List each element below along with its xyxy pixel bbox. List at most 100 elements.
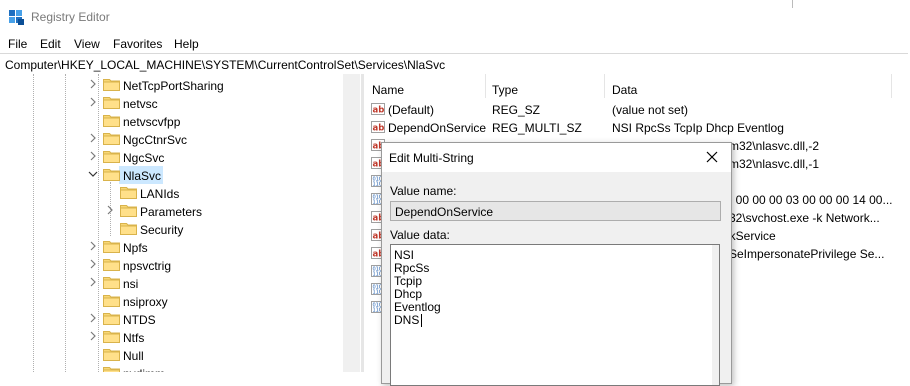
folder-icon — [120, 223, 137, 235]
tree-item-label: nvdimm — [123, 367, 165, 372]
menu-edit[interactable]: Edit — [40, 37, 61, 51]
tree-item[interactable]: NgcSvc — [0, 148, 343, 166]
value-data-line[interactable]: DNS — [394, 313, 419, 327]
title-divider — [792, 0, 793, 8]
folder-icon — [103, 349, 120, 361]
value-data-textarea[interactable]: NSI RpcSs Tcpip Dhcp Eventlog DNS — [390, 244, 720, 386]
chevron-right-icon[interactable] — [88, 151, 98, 161]
value-name-text: DependOnService — [395, 205, 494, 219]
close-icon[interactable] — [704, 149, 720, 165]
folder-icon — [103, 97, 120, 109]
title-bar: Registry Editor — [0, 0, 910, 33]
svg-text:ab: ab — [373, 124, 385, 134]
tree-item-label: Security — [140, 223, 184, 237]
tree-item[interactable]: NgcCtnrSvc — [0, 130, 343, 148]
key-tree[interactable]: NetTcpPortSharing netvsc netvscvfpp NgcCtnr… — [0, 74, 361, 372]
menu-view[interactable]: View — [74, 37, 100, 51]
chevron-right-icon[interactable] — [88, 241, 98, 251]
folder-icon — [103, 115, 120, 127]
folder-icon — [103, 169, 120, 181]
folder-icon — [103, 241, 120, 253]
list-row[interactable]: ab DependOnService REG_MULTI_SZ NSI RpcSs T… — [364, 118, 910, 136]
list-cell-data: NSI RpcSs TcpIp Dhcp Eventlog — [612, 121, 784, 135]
address-path[interactable]: Computer\HKEY_LOCAL_MACHINE\SYSTEM\Curre… — [5, 58, 445, 72]
column-header-data[interactable]: Data — [612, 83, 637, 97]
tree-item[interactable]: netvscvfpp — [0, 112, 343, 130]
chevron-right-icon[interactable] — [88, 97, 98, 107]
folder-icon — [103, 367, 120, 372]
tree-item[interactable]: nsiproxy — [0, 292, 343, 310]
chevron-right-icon[interactable] — [88, 79, 98, 89]
string-value-icon: ab — [371, 103, 385, 115]
textarea-scrollbar[interactable] — [712, 245, 719, 385]
chevron-right-icon[interactable] — [88, 133, 98, 143]
svg-text:ab: ab — [373, 106, 385, 116]
menu-bar: File Edit View Favorites Help — [0, 33, 910, 53]
value-data-line[interactable]: RpcSs — [394, 261, 429, 275]
folder-icon — [120, 187, 137, 199]
value-data-line[interactable]: Dhcp — [394, 287, 422, 301]
tree-item[interactable]: Ntfs — [0, 328, 343, 346]
dialog-title-bar: Edit Multi-String — [382, 143, 731, 172]
folder-icon — [103, 79, 120, 91]
chevron-right-icon[interactable] — [88, 313, 98, 323]
chevron-right-icon[interactable] — [88, 259, 98, 269]
tree-scrollbar[interactable] — [343, 74, 360, 372]
dialog-title: Edit Multi-String — [389, 151, 474, 165]
column-separator[interactable] — [891, 74, 892, 98]
tree-item-label: nsi — [123, 277, 139, 291]
list-cell-name: DependOnService — [388, 121, 487, 135]
tree-item[interactable]: npsvctrig — [0, 256, 343, 274]
folder-icon — [103, 133, 120, 145]
tree-item-label: netvsc — [123, 97, 158, 111]
column-separator[interactable] — [485, 74, 486, 98]
folder-icon — [103, 151, 120, 163]
tree-item-label: netvscvfpp — [123, 115, 181, 129]
menu-favorites[interactable]: Favorites — [113, 37, 162, 51]
address-bar[interactable]: Computer\HKEY_LOCAL_MACHINE\SYSTEM\Curre… — [0, 53, 908, 75]
menu-file[interactable]: File — [8, 37, 27, 51]
value-data-line[interactable]: NSI — [394, 248, 414, 262]
window-title: Registry Editor — [31, 10, 110, 24]
tree-item[interactable]: Parameters — [0, 202, 343, 220]
tree-item-label: Null — [123, 349, 144, 363]
tree-item[interactable]: NetTcpPortSharing — [0, 76, 343, 94]
tree-item[interactable]: nsi — [0, 274, 343, 292]
tree-item[interactable]: Null — [0, 346, 343, 364]
folder-icon — [120, 205, 137, 217]
list-cell-data: tem32\nlasvc.dll,-2 — [719, 139, 820, 153]
tree-item[interactable]: nvdimm — [0, 364, 343, 372]
text-caret — [421, 314, 422, 327]
value-name-label: Value name: — [390, 184, 457, 198]
tree-item-label: NgcSvc — [123, 151, 165, 165]
column-header-type[interactable]: Type — [492, 83, 518, 97]
tree-item-label: NgcCtnrSvc — [123, 133, 188, 147]
menu-help[interactable]: Help — [174, 37, 199, 51]
chevron-right-icon[interactable] — [105, 205, 115, 215]
tree-item-label: Ntfs — [123, 331, 145, 345]
string-value-icon: ab — [371, 121, 385, 133]
chevron-down-icon[interactable] — [88, 169, 98, 179]
tree-item-selected[interactable]: NlaSvc — [0, 166, 343, 184]
value-name-field: DependOnService — [390, 201, 721, 221]
list-cell-data: m32\svchost.exe -k Network... — [719, 211, 880, 225]
tree-item[interactable]: NTDS — [0, 310, 343, 328]
tree-item-label: npsvctrig — [123, 259, 172, 273]
tree-item-label: NlaSvc — [123, 169, 162, 183]
tree-item-label: nsiproxy — [123, 295, 168, 309]
folder-icon — [103, 259, 120, 271]
chevron-right-icon[interactable] — [88, 277, 98, 287]
value-data-line[interactable]: Eventlog — [394, 300, 441, 314]
value-data-label: Value data: — [390, 228, 450, 242]
chevron-right-icon[interactable] — [88, 331, 98, 341]
tree-item[interactable]: Npfs — [0, 238, 343, 256]
list-row[interactable]: ab (Default) REG_SZ (value not set) — [364, 100, 910, 118]
column-header-name[interactable]: Name — [372, 83, 404, 97]
tree-item-label: NTDS — [123, 313, 156, 327]
value-data-line[interactable]: Tcpip — [394, 274, 422, 288]
registry-editor-icon — [9, 10, 24, 25]
tree-item[interactable]: LANIds — [0, 184, 343, 202]
column-separator[interactable] — [604, 74, 605, 98]
tree-item[interactable]: netvsc — [0, 94, 343, 112]
tree-item[interactable]: Security — [0, 220, 343, 238]
